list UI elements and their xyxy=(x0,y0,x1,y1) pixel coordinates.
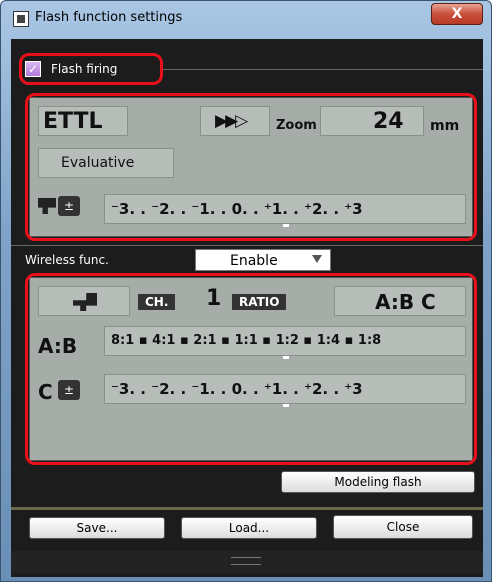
wireless-func-label: Wireless func. xyxy=(25,253,109,267)
app-icon xyxy=(13,11,29,27)
divider xyxy=(163,69,483,70)
close-button[interactable]: Close xyxy=(333,515,473,539)
dropdown-arrow-icon xyxy=(312,255,322,263)
wireless-func-dropdown[interactable]: Enable xyxy=(195,249,331,271)
flash-panel-highlight xyxy=(25,93,477,241)
wireless-panel-highlight xyxy=(25,273,477,465)
wireless-func-value: Enable xyxy=(230,253,278,269)
dialog-window: Flash function settings X ✓ Flash firing… xyxy=(0,0,492,582)
dialog-client-area: ✓ Flash firing ETTL ▶▶▷ Zoom 24 mm Evalu… xyxy=(11,39,483,577)
grip-lines-icon xyxy=(231,557,261,565)
modeling-flash-button[interactable]: Modeling flash xyxy=(281,471,475,493)
window-close-button[interactable]: X xyxy=(431,3,483,25)
resize-grip[interactable] xyxy=(11,551,483,573)
save-button[interactable]: Save... xyxy=(29,517,165,539)
flash-firing-highlight xyxy=(19,53,163,85)
window-title: Flash function settings xyxy=(35,10,183,25)
title-bar[interactable]: Flash function settings X xyxy=(1,1,491,37)
load-button[interactable]: Load... xyxy=(181,517,317,539)
section-divider xyxy=(11,245,483,246)
bottom-divider xyxy=(11,507,483,510)
